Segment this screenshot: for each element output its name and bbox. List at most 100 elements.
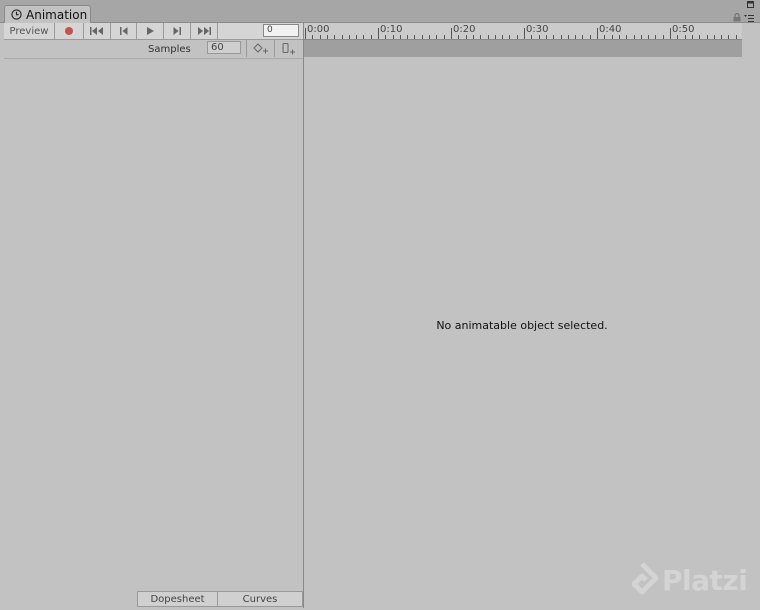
ruler-minor-tick: [663, 35, 664, 39]
ruler-minor-tick: [568, 35, 569, 39]
ruler-minor-tick: [692, 35, 693, 39]
ruler-minor-tick: [685, 35, 686, 39]
add-keyframe-button[interactable]: [246, 40, 274, 57]
ruler-minor-tick: [634, 35, 635, 39]
ruler-minor-tick: [736, 35, 737, 39]
ruler-minor-tick: [349, 35, 350, 39]
ruler-minor-tick: [597, 35, 598, 39]
ruler-minor-tick: [451, 35, 452, 39]
maximize-icon[interactable]: [733, 1, 754, 11]
ruler-minor-tick: [495, 35, 496, 39]
watermark-text: Platzi: [662, 563, 748, 597]
ruler-minor-tick: [699, 35, 700, 39]
platzi-watermark: Platzi: [626, 562, 748, 598]
previous-keyframe-button[interactable]: [111, 23, 137, 39]
tab-label: Animation: [26, 8, 88, 22]
vertical-scrollbar[interactable]: [742, 23, 760, 610]
ruler-minor-tick: [582, 35, 583, 39]
ruler-tick-label: 0:50: [672, 24, 695, 35]
ruler-minor-tick: [531, 35, 532, 39]
tab-curves[interactable]: Curves: [217, 591, 303, 607]
ruler-minor-tick: [480, 35, 481, 39]
ruler-minor-tick: [466, 35, 467, 39]
tab-dopesheet[interactable]: Dopesheet: [137, 591, 218, 607]
ruler-minor-tick: [458, 35, 459, 39]
ruler-minor-tick: [509, 35, 510, 39]
samples-input[interactable]: 60: [207, 41, 241, 54]
ruler-minor-tick: [604, 35, 605, 39]
ruler-tick-label: 0:00: [307, 24, 330, 35]
add-event-button[interactable]: [274, 40, 303, 57]
ruler-minor-tick: [488, 35, 489, 39]
ruler-minor-tick: [312, 35, 313, 39]
clock-icon: [11, 9, 22, 23]
window-tab-bar: Animation: [0, 0, 760, 23]
playback-toolbar: Preview 0: [4, 23, 303, 40]
first-keyframe-button[interactable]: [84, 23, 111, 39]
tab-animation[interactable]: Animation: [4, 5, 91, 23]
record-button[interactable]: [55, 23, 84, 39]
ruler-minor-tick: [590, 35, 591, 39]
ruler-minor-tick: [356, 35, 357, 39]
play-icon: [146, 27, 154, 35]
ruler-minor-tick: [385, 35, 386, 39]
ruler-minor-tick: [626, 35, 627, 39]
add-event-icon: [282, 42, 295, 54]
ruler-minor-tick: [414, 35, 415, 39]
ruler-minor-tick: [655, 35, 656, 39]
ruler-minor-tick: [363, 35, 364, 39]
curves-label: Curves: [242, 593, 278, 605]
ruler-minor-tick: [728, 35, 729, 39]
ruler-minor-tick: [320, 35, 321, 39]
ruler-minor-tick: [517, 35, 518, 39]
previous-keyframe-icon: [119, 27, 127, 35]
ruler-minor-tick: [707, 35, 708, 39]
ruler-minor-tick: [400, 35, 401, 39]
dopesheet-label: Dopesheet: [150, 593, 205, 605]
ruler-minor-tick: [327, 35, 328, 39]
event-strip[interactable]: [304, 40, 742, 57]
ruler-minor-tick: [575, 35, 576, 39]
first-keyframe-icon: [90, 27, 103, 35]
ruler-minor-tick: [305, 35, 306, 39]
timeline-ruler[interactable]: 0:00 0:10 0:20 0:30 0:40 0:50: [304, 23, 742, 40]
samples-row: Samples 60: [4, 40, 303, 59]
frame-input[interactable]: 0: [263, 24, 299, 37]
next-keyframe-icon: [173, 27, 181, 35]
ruler-minor-tick: [648, 35, 649, 39]
ruler-minor-tick: [422, 35, 423, 39]
ruler-minor-tick: [619, 35, 620, 39]
ruler-minor-tick: [436, 35, 437, 39]
properties-pane: Preview 0 Samples 60 Dopesheet Curves: [4, 23, 304, 608]
ruler-minor-tick: [371, 35, 372, 39]
ruler-minor-tick: [378, 35, 379, 39]
record-icon: [65, 27, 73, 35]
ruler-minor-tick: [721, 35, 722, 39]
last-keyframe-icon: [198, 27, 211, 35]
samples-label: Samples: [148, 44, 191, 55]
ruler-minor-tick: [546, 35, 547, 39]
add-keyframe-icon: [252, 43, 268, 54]
last-keyframe-button[interactable]: [191, 23, 218, 39]
ruler-tick-label: 0:40: [599, 24, 622, 35]
ruler-tick-label: 0:30: [526, 24, 549, 35]
ruler-minor-tick: [539, 35, 540, 39]
window-controls: [733, 1, 754, 25]
ruler-minor-tick: [334, 35, 335, 39]
ruler-minor-tick: [612, 35, 613, 39]
preview-button[interactable]: Preview: [4, 23, 55, 39]
play-button[interactable]: [137, 23, 164, 39]
timeline-pane[interactable]: 0:00 0:10 0:20 0:30 0:40 0:50 No animatable o…: [304, 23, 742, 610]
ruler-minor-tick: [524, 35, 525, 39]
ruler-minor-tick: [714, 35, 715, 39]
empty-state-message: No animatable object selected.: [436, 319, 608, 332]
next-keyframe-button[interactable]: [164, 23, 191, 39]
ruler-minor-tick: [561, 35, 562, 39]
ruler-minor-tick: [407, 35, 408, 39]
ruler-minor-tick: [670, 35, 671, 39]
ruler-minor-tick: [393, 35, 394, 39]
ruler-minor-tick: [641, 35, 642, 39]
ruler-tick-label: 0:20: [453, 24, 476, 35]
preview-label: Preview: [9, 25, 49, 37]
ruler-minor-tick: [429, 35, 430, 39]
